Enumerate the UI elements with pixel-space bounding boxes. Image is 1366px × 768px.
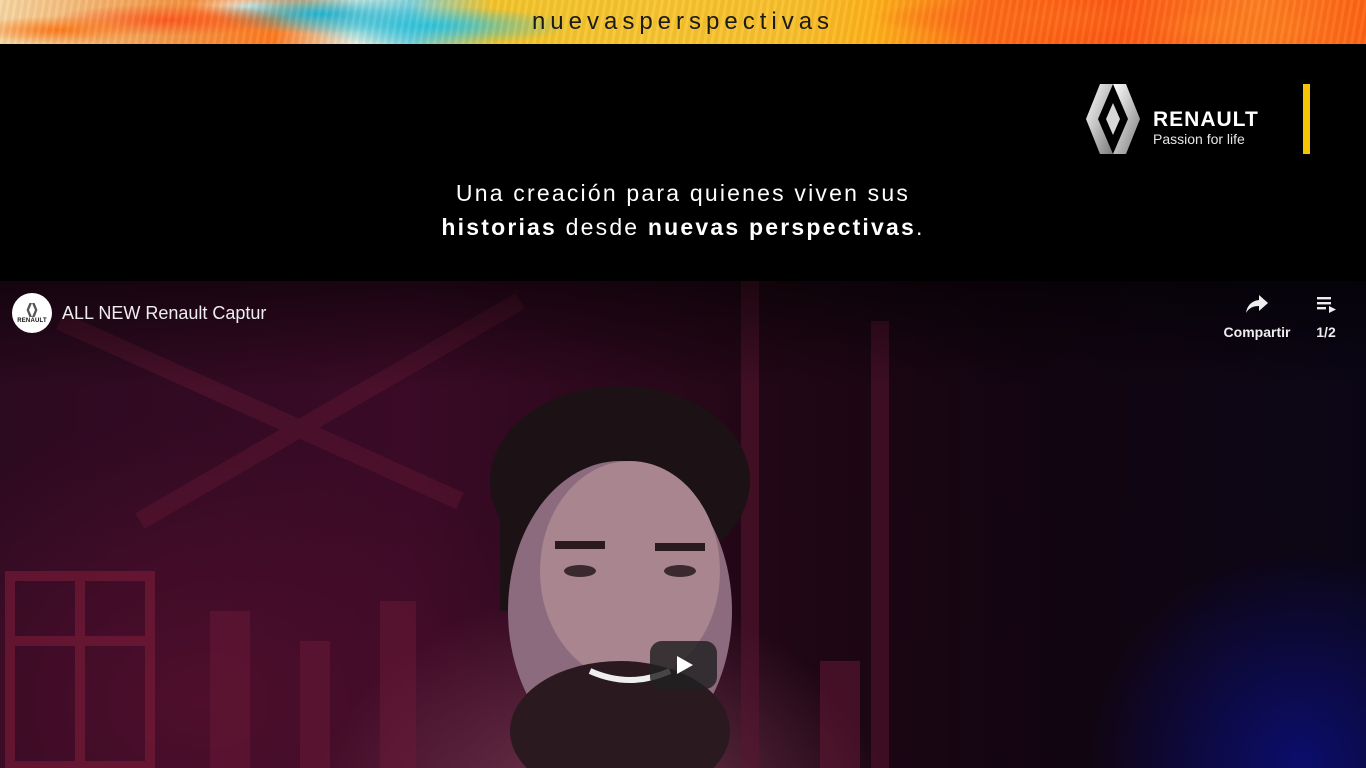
intro-line-1: Una creación para quienes viven sus xyxy=(455,180,911,206)
logo-tagline: Passion for life xyxy=(1153,131,1245,147)
top-banner: nuevasperspectivas xyxy=(0,0,1366,44)
share-label: Compartir xyxy=(1223,324,1291,340)
renault-diamond-icon xyxy=(1086,84,1140,154)
share-icon xyxy=(1246,295,1268,313)
playlist-icon xyxy=(1317,297,1336,313)
banner-title: nuevasperspectivas xyxy=(531,8,835,35)
share-button[interactable]: Compartir xyxy=(1222,293,1292,340)
play-button[interactable] xyxy=(650,641,717,689)
intro-mid: desde xyxy=(557,214,648,240)
renault-mini-icon xyxy=(26,302,38,317)
logo-brand: RENAULT xyxy=(1153,108,1259,131)
channel-avatar-text: RENAULT xyxy=(17,317,47,324)
video-top-shade xyxy=(0,281,1366,768)
video-title[interactable]: ALL NEW Renault Captur xyxy=(62,303,266,324)
intro-text: Una creación para quienes viven sus hist… xyxy=(0,176,1366,244)
channel-avatar[interactable]: RENAULT xyxy=(12,293,52,333)
video-player[interactable]: RENAULT ALL NEW Renault Captur Compartir… xyxy=(0,281,1366,768)
intro-bold-historias: historias xyxy=(441,214,558,240)
play-icon xyxy=(676,656,693,674)
playlist-button[interactable]: 1/2 xyxy=(1306,293,1346,340)
intro-end: . xyxy=(916,214,925,240)
playlist-label: 1/2 xyxy=(1316,324,1336,340)
intro-line-2: historias desde nuevas perspectivas. xyxy=(0,210,1366,244)
logo-accent-bar xyxy=(1303,84,1310,154)
intro-bold-perspectivas: nuevas perspectivas xyxy=(647,214,917,240)
renault-logo[interactable]: RENAULT Passion for life xyxy=(1086,84,1316,156)
